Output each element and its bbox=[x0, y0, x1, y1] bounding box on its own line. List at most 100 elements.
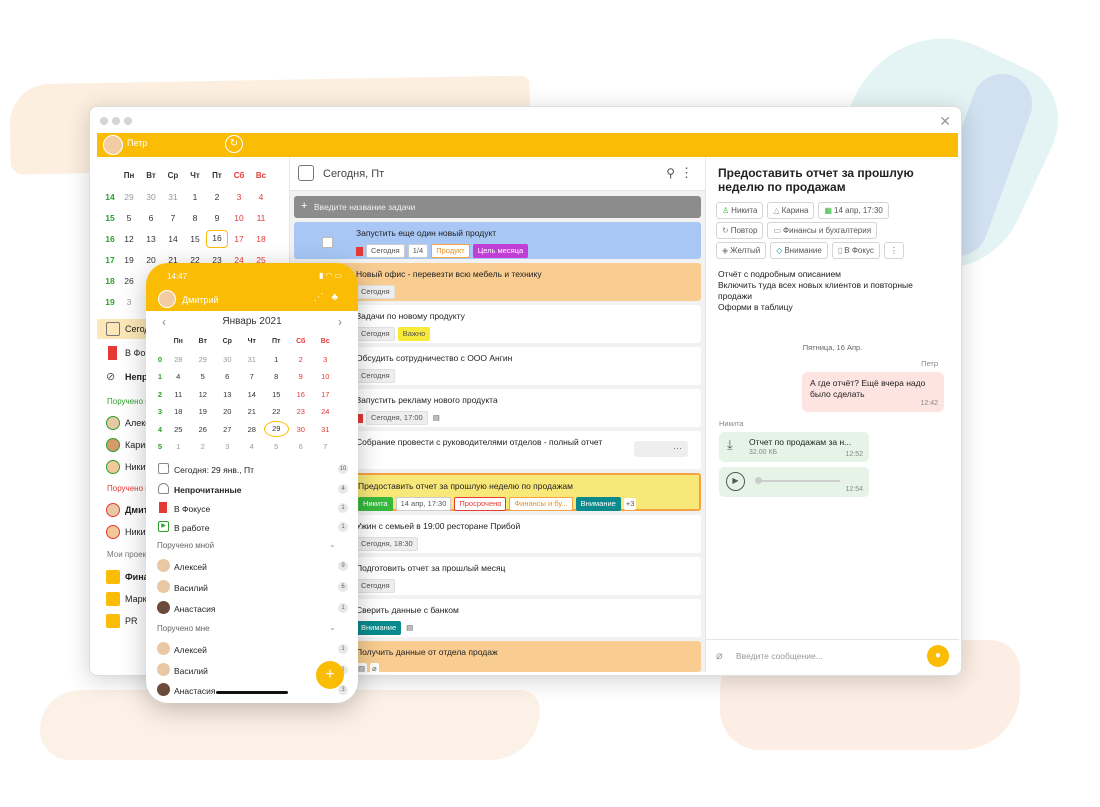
window-dot[interactable] bbox=[100, 117, 108, 125]
calendar-day[interactable]: 18 bbox=[166, 407, 191, 416]
calendar-day[interactable]: 3 bbox=[118, 297, 140, 307]
chip-author[interactable]: △ Карина bbox=[767, 202, 815, 219]
phone-user-name[interactable]: Дмитрий bbox=[182, 295, 219, 305]
sync-icon[interactable]: ↻ bbox=[225, 135, 243, 153]
calendar-day[interactable]: 19 bbox=[118, 255, 140, 265]
chip-focus[interactable]: ▯ В Фокус bbox=[831, 242, 880, 259]
task-detail-title[interactable]: Предоставить отчет за прошлую неделю по … bbox=[718, 166, 953, 194]
calendar-day[interactable]: 11 bbox=[250, 213, 272, 223]
calendar-day[interactable]: 7 bbox=[313, 442, 338, 451]
phone-person[interactable]: Анастасия 1 bbox=[146, 598, 358, 618]
chart-bell-icons[interactable]: ⋰♣ bbox=[313, 292, 346, 303]
user-name[interactable]: Петр bbox=[127, 138, 147, 148]
avatar[interactable] bbox=[103, 135, 123, 155]
calendar-day[interactable]: 23 bbox=[289, 407, 314, 416]
task-checkbox[interactable] bbox=[322, 237, 333, 248]
avatar[interactable] bbox=[158, 290, 176, 308]
calendar-day[interactable]: 21 bbox=[240, 407, 265, 416]
calendar-day[interactable]: 14 bbox=[240, 390, 265, 399]
phone-person[interactable]: Алексей 9 bbox=[146, 556, 358, 576]
task-hover-actions[interactable]: ··· bbox=[634, 441, 688, 457]
play-icon[interactable]: ▶ bbox=[726, 472, 745, 491]
calendar-day[interactable]: 28 bbox=[240, 425, 265, 434]
chip-label-tag[interactable]: ◇ Внимание bbox=[770, 242, 828, 259]
calendar-day[interactable]: 31 bbox=[162, 192, 184, 202]
calendar-day[interactable]: 15 bbox=[264, 390, 289, 399]
phone-section[interactable]: Поручено мной ⌄ bbox=[157, 540, 336, 550]
calendar-day[interactable]: 29 bbox=[118, 192, 140, 202]
calendar-day[interactable]: 1 bbox=[166, 442, 191, 451]
calendar-day[interactable]: 18 bbox=[250, 234, 272, 244]
calendar-day[interactable]: 17 bbox=[313, 390, 338, 399]
paperclip-icon[interactable]: ⌀ bbox=[716, 649, 723, 662]
calendar-day[interactable]: 2 bbox=[289, 355, 314, 364]
calendar-day[interactable]: 10 bbox=[313, 372, 338, 381]
calendar-day[interactable]: 3 bbox=[313, 355, 338, 364]
calendar-day[interactable]: 1 bbox=[184, 192, 206, 202]
calendar-day[interactable]: 7 bbox=[240, 372, 265, 381]
calendar-day[interactable]: 25 bbox=[166, 425, 191, 434]
calendar-day[interactable]: 24 bbox=[313, 407, 338, 416]
calendar-day[interactable]: 31 bbox=[240, 355, 265, 364]
calendar-day[interactable]: 16 bbox=[289, 390, 314, 399]
phone-item-today[interactable]: Сегодня: 29 янв., Пт 10 bbox=[146, 459, 358, 479]
microphone-icon[interactable]: ● bbox=[927, 645, 949, 667]
calendar-day[interactable]: 3 bbox=[215, 442, 240, 451]
calendar-day[interactable]: 29 bbox=[191, 355, 216, 364]
calendar-day[interactable]: 6 bbox=[140, 213, 162, 223]
phone-person[interactable]: Алексей 1 bbox=[146, 639, 358, 659]
calendar-day[interactable]: 30 bbox=[140, 192, 162, 202]
chip-date[interactable]: ▦ 14 апр, 17:30 bbox=[818, 202, 889, 219]
calendar-day[interactable]: 9 bbox=[206, 213, 228, 223]
phone-section[interactable]: Поручено мне ⌄ bbox=[157, 623, 336, 633]
window-dot[interactable] bbox=[112, 117, 120, 125]
calendar-day[interactable]: 7 bbox=[162, 213, 184, 223]
calendar-day[interactable]: 30 bbox=[289, 425, 314, 434]
calendar-day[interactable]: 2 bbox=[206, 192, 228, 202]
chip-assignee[interactable]: ♙ Никита bbox=[716, 202, 764, 219]
calendar-day[interactable]: 4 bbox=[240, 442, 265, 451]
calendar-day[interactable]: 19 bbox=[191, 407, 216, 416]
calendar-day[interactable]: 12 bbox=[118, 234, 140, 244]
calendar-day[interactable]: 17 bbox=[228, 234, 250, 244]
chip-color[interactable]: ◈ Желтый bbox=[716, 242, 767, 259]
calendar-day[interactable]: 20 bbox=[215, 407, 240, 416]
task-description[interactable]: Отчёт с подробным описанием Включить туд… bbox=[718, 269, 948, 313]
calendar-day[interactable]: 13 bbox=[140, 234, 162, 244]
calendar-day-today[interactable]: 16 bbox=[206, 229, 228, 248]
voice-progress-handle[interactable] bbox=[755, 477, 762, 484]
calendar-day[interactable]: 28 bbox=[166, 355, 191, 364]
chip-more[interactable]: ⋮ bbox=[883, 242, 904, 259]
calendar-day[interactable]: 6 bbox=[289, 442, 314, 451]
task-item[interactable]: Запустить еще один новый продукт Сегодня… bbox=[294, 222, 701, 259]
search-icon[interactable]: ⚲ bbox=[666, 166, 675, 180]
close-icon[interactable]: ✕ bbox=[939, 113, 951, 130]
calendar-day[interactable]: 4 bbox=[250, 192, 272, 202]
calendar-day[interactable]: 30 bbox=[215, 355, 240, 364]
calendar-day[interactable]: 5 bbox=[118, 213, 140, 223]
calendar-day[interactable]: 22 bbox=[264, 407, 289, 416]
calendar-day[interactable]: 9 bbox=[289, 372, 314, 381]
calendar-day[interactable]: 6 bbox=[215, 372, 240, 381]
chip-repeat[interactable]: ↻ Повтор bbox=[716, 222, 764, 239]
calendar-day[interactable]: 1 bbox=[264, 355, 289, 364]
calendar-day[interactable]: 8 bbox=[184, 213, 206, 223]
calendar-day[interactable]: 15 bbox=[184, 234, 206, 244]
more-icon[interactable]: ⋮ bbox=[680, 165, 693, 181]
chevron-right-icon[interactable]: › bbox=[338, 315, 342, 329]
chip-project[interactable]: ▭ Финансы и бухгалтерия bbox=[767, 222, 878, 239]
download-icon[interactable]: ⤓ bbox=[727, 437, 733, 453]
calendar-day[interactable]: 5 bbox=[264, 442, 289, 451]
file-message[interactable]: ⤓ Отчет по продажам за н... 32.00 КБ 12:… bbox=[719, 432, 869, 462]
calendar-day[interactable]: 10 bbox=[228, 213, 250, 223]
calendar-day[interactable]: 8 bbox=[264, 372, 289, 381]
calendar-day-today[interactable]: 29 bbox=[264, 421, 289, 438]
calendar-icon[interactable] bbox=[298, 165, 314, 181]
calendar-day[interactable]: 2 bbox=[191, 442, 216, 451]
calendar-day[interactable]: 27 bbox=[215, 425, 240, 434]
window-dot[interactable] bbox=[124, 117, 132, 125]
calendar-day[interactable]: 14 bbox=[162, 234, 184, 244]
chat-message[interactable]: А где отчёт? Ещё вчера надо было сделать… bbox=[802, 372, 944, 412]
phone-item-focus[interactable]: В Фокусе 1 bbox=[146, 498, 358, 518]
message-input[interactable]: Введите сообщение... bbox=[736, 651, 823, 661]
